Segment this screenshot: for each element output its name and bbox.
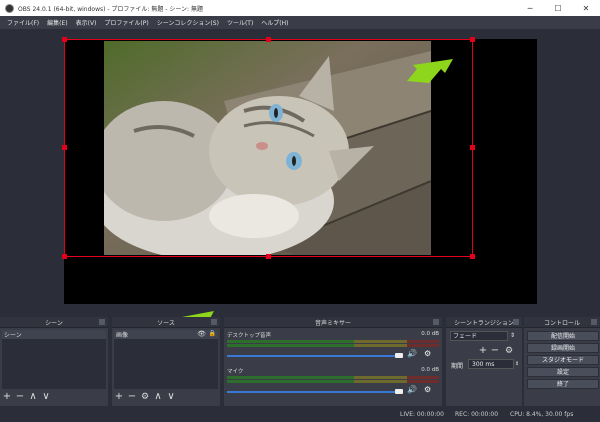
resize-handle-tl[interactable] [62,37,67,42]
list-item[interactable]: シーン [2,330,106,339]
scenes-list[interactable]: シーン [2,330,106,389]
resize-handle-bl[interactable] [62,254,67,259]
mixer-channel-desktop: デスクトップ音声 0.0 dB 🔊 ⚙ [227,331,439,365]
volume-meter [227,380,439,383]
menu-scene-collection[interactable]: シーンコレクション(S) [153,18,223,27]
gear-icon[interactable]: ⚙ [424,349,431,358]
scenes-dock-header: シーン [0,317,108,328]
resize-handle-b[interactable] [266,254,271,259]
status-bar: LIVE: 00:00:00 REC: 00:00:00 CPU: 8.4%, … [0,407,600,422]
lock-icon[interactable]: 🔒 [209,330,216,337]
move-down-icon[interactable]: ∨ [41,391,51,403]
visibility-eye-icon[interactable]: 👁 [197,330,206,338]
resize-handle-tr[interactable] [470,37,475,42]
resize-handle-br[interactable] [470,254,475,259]
obs-logo-icon [5,3,14,13]
cpu-fps-status: CPU: 8.4%, 30.00 fps [510,411,574,418]
list-item[interactable]: 画像 👁 🔒 [114,330,218,339]
dock-float-icon[interactable] [433,319,439,325]
sources-title: ソース [157,319,175,327]
transition-select[interactable]: フェード [450,331,508,341]
volume-meter [227,344,439,347]
chevron-updown-icon[interactable]: ⇕ [515,361,519,367]
scenes-toolbar: + − ∧ ∨ [2,390,51,404]
add-icon[interactable]: + [478,345,488,357]
channel-name: マイク [227,369,244,375]
resize-handle-r[interactable] [470,145,475,150]
window-titlebar: OBS 24.0.1 (64-bit, windows) - プロファイル: 無… [0,0,600,16]
gear-icon[interactable]: ⚙ [504,345,514,357]
gear-icon[interactable]: ⚙ [140,391,150,403]
scenes-dock: シーン シーン + − ∧ ∨ [0,317,108,406]
menu-help[interactable]: ヘルプ(H) [257,18,292,27]
volume-meter [227,340,439,343]
move-up-icon[interactable]: ∧ [153,391,163,403]
start-streaming-button[interactable]: 配信開始 [527,331,599,341]
chevron-updown-icon[interactable]: ⇕ [510,332,515,339]
volume-slider-knob[interactable] [395,389,403,394]
source-name: 画像 [116,332,129,339]
mixer-dock-header: 音声ミキサー [224,317,442,328]
move-up-icon[interactable]: ∧ [28,391,38,403]
studio-mode-button[interactable]: スタジオモード [527,355,599,365]
channel-db: 0.0 dB [421,367,439,373]
audio-mixer-dock: 音声ミキサー デスクトップ音声 0.0 dB 🔊 ⚙ マイク 0.0 dB 🔊 … [224,317,442,406]
remove-icon[interactable]: − [490,345,500,357]
dock-float-icon[interactable] [99,319,105,325]
menu-file[interactable]: ファイル(F) [3,18,43,27]
transitions-title: シーントランジション [454,319,514,327]
speaker-icon[interactable]: 🔊 [407,385,417,394]
remove-icon[interactable]: − [127,391,137,403]
start-recording-button[interactable]: 録画開始 [527,343,599,353]
minimize-button[interactable]: ─ [516,0,544,16]
sources-list[interactable]: 画像 👁 🔒 [114,330,218,389]
scene-transitions-dock: シーントランジション フェード ⇕ + − ⚙ 期間 300 ms ⇕ [446,317,522,406]
menu-view[interactable]: 表示(V) [72,18,101,27]
add-icon[interactable]: + [2,391,12,403]
sources-dock: ソース 画像 👁 🔒 + − ⚙ ∧ ∨ [112,317,220,406]
menu-tools[interactable]: ツール(T) [223,18,257,27]
volume-slider[interactable] [227,391,399,393]
add-icon[interactable]: + [114,391,124,403]
dock-float-icon[interactable] [513,319,519,325]
mixer-title: 音声ミキサー [314,319,351,327]
rec-timer: REC: 00:00:00 [455,411,499,418]
exit-button[interactable]: 終了 [527,379,599,389]
resize-handle-l[interactable] [62,145,67,150]
duration-input[interactable]: 300 ms [468,359,514,369]
sources-dock-header: ソース [112,317,220,328]
resize-handle-t[interactable] [266,37,271,42]
maximize-button[interactable]: ☐ [544,0,572,16]
volume-slider[interactable] [227,355,399,357]
move-down-icon[interactable]: ∨ [166,391,176,403]
channel-db: 0.0 dB [421,331,439,337]
controls-title: コントロール [543,319,580,327]
mixer-channel-mic: マイク 0.0 dB 🔊 ⚙ [227,367,439,401]
menu-profile[interactable]: プロファイル(P) [100,18,152,27]
speaker-icon[interactable]: 🔊 [407,349,417,358]
live-timer: LIVE: 00:00:00 [400,411,444,418]
dock-float-icon[interactable] [591,319,597,325]
settings-button[interactable]: 設定 [527,367,599,377]
menu-bar: ファイル(F) 編集(E) 表示(V) プロファイル(P) シーンコレクション(… [0,16,600,29]
sources-toolbar: + − ⚙ ∧ ∨ [114,390,176,404]
arrow-annotation-icon [407,59,453,83]
remove-icon[interactable]: − [15,391,25,403]
controls-dock: コントロール 配信開始 録画開始 スタジオモード 設定 終了 [524,317,600,406]
duration-label: 期間 [451,363,464,370]
transitions-dock-header: シーントランジション [446,317,522,328]
volume-meter [227,376,439,379]
scenes-title: シーン [45,319,63,327]
menu-edit[interactable]: 編集(E) [43,18,71,27]
window-title: OBS 24.0.1 (64-bit, windows) - プロファイル: 無… [18,5,203,13]
gear-icon[interactable]: ⚙ [424,385,431,394]
controls-dock-header: コントロール [524,317,600,328]
dock-float-icon[interactable] [211,319,217,325]
close-button[interactable]: ✕ [572,0,600,16]
volume-slider-knob[interactable] [395,353,403,358]
channel-name: デスクトップ音声 [227,333,272,339]
